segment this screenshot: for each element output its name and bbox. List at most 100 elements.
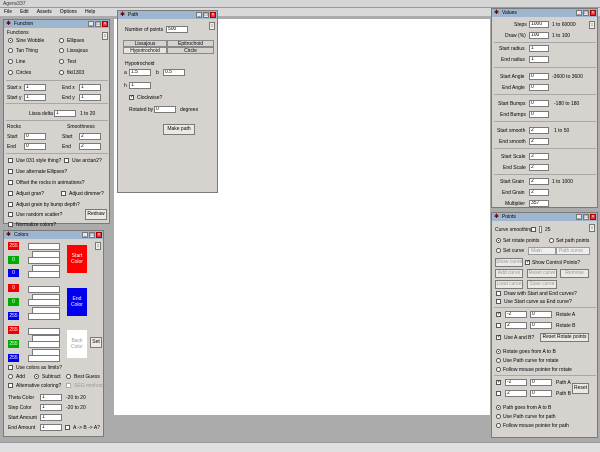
end-y-input[interactable]: 1 <box>79 94 101 101</box>
end-amount-input[interactable]: 1 <box>40 424 62 431</box>
points-panel-titlebar[interactable]: ✱ Points _ □ × <box>492 213 597 221</box>
checkbox-normalize-colors[interactable] <box>8 222 13 227</box>
make-path-button[interactable]: Make path <box>163 124 195 135</box>
radio-fiki1303[interactable] <box>59 70 64 75</box>
menu-assets[interactable]: Assets <box>37 9 52 15</box>
checkbox-alt-ellipses[interactable] <box>8 169 13 174</box>
checkbox-alt-coloring[interactable] <box>8 383 13 388</box>
start-green-value[interactable]: 0 <box>8 256 19 264</box>
end-red-value[interactable]: 0 <box>8 284 19 292</box>
checkbox-random-scatter[interactable] <box>8 212 13 217</box>
path-a-y[interactable]: 0 <box>530 379 552 386</box>
minimize-icon[interactable]: _ <box>576 214 582 220</box>
function-panel-titlebar[interactable]: ✱ Function _ □ × <box>4 20 109 28</box>
checkbox-031-style[interactable] <box>8 158 13 163</box>
step-input[interactable]: 1 <box>40 404 62 411</box>
pin-icon[interactable]: ↕ <box>589 21 595 29</box>
points-input[interactable]: 500 <box>166 26 188 33</box>
smooth-start-input[interactable]: 2 <box>79 133 101 140</box>
radio-follow-mouse-path[interactable] <box>496 423 501 428</box>
start-green-slider[interactable] <box>28 257 60 264</box>
radio-best-guess[interactable] <box>66 374 71 379</box>
radio-rotate-a-to-b[interactable] <box>496 349 501 354</box>
end-blue-slider[interactable] <box>28 313 60 320</box>
start-amount-input[interactable]: 1 <box>40 414 62 421</box>
back-green-slider[interactable] <box>28 341 60 348</box>
pin-icon[interactable]: ↕ <box>209 22 215 30</box>
maximize-icon[interactable]: □ <box>89 232 95 238</box>
checkbox-path-b[interactable] <box>496 391 501 396</box>
tab-lissajous[interactable]: Lissajous <box>123 40 167 47</box>
theta-input[interactable]: 1 <box>40 394 62 401</box>
maximize-icon[interactable]: □ <box>95 21 101 27</box>
values-panel-titlebar[interactable]: ✱ Values _ □ × <box>492 9 597 17</box>
checkbox-use-ab[interactable]: ✓ <box>496 335 501 340</box>
start-scale-input[interactable]: 2 <box>529 153 549 160</box>
path-panel-titlebar[interactable]: ✱ Path _ □ × <box>118 11 217 19</box>
maximize-icon[interactable]: □ <box>583 10 589 16</box>
load-curve-button[interactable]: Load curve <box>495 280 523 289</box>
checkbox-grain-bump[interactable] <box>8 202 13 207</box>
minimize-icon[interactable]: _ <box>82 232 88 238</box>
reset-rotate-points-button[interactable]: Reset Rotate points <box>540 333 589 342</box>
maximize-icon[interactable]: □ <box>203 12 209 18</box>
checkbox-show-control-points[interactable]: ✓ <box>525 260 530 265</box>
end-green-value[interactable]: 0 <box>8 298 19 306</box>
end-grain-input[interactable]: 2 <box>529 189 549 196</box>
menu-edit[interactable]: Edit <box>20 9 29 15</box>
radio-add[interactable] <box>8 374 13 379</box>
end-smooth-input[interactable]: 2 <box>529 138 549 145</box>
checkbox-seg-method[interactable] <box>66 383 71 388</box>
smooth-end-input[interactable]: 2 <box>79 143 101 150</box>
rotated-input[interactable]: 0 <box>154 106 176 113</box>
checkbox-draw-start-end[interactable] <box>496 291 501 296</box>
tab-hypotrochoid[interactable]: Hypotrochoid <box>123 47 167 54</box>
checkbox-use-limits[interactable] <box>8 365 13 370</box>
path-b-x[interactable]: 2 <box>505 390 527 397</box>
colors-panel-titlebar[interactable]: ✱ Colors _ □ × <box>4 231 103 239</box>
radio-path-curve-rotate[interactable] <box>496 358 501 363</box>
rocks-end-input[interactable]: 0 <box>24 143 46 150</box>
radio-ellipses[interactable] <box>59 38 64 43</box>
start-blue-slider[interactable] <box>28 271 60 278</box>
close-icon[interactable]: × <box>96 232 102 238</box>
back-color-swatch[interactable]: Back Color <box>67 330 87 358</box>
checkbox-arctan2[interactable] <box>64 158 69 163</box>
reset-curve-button[interactable]: Reset curve <box>527 269 557 278</box>
checkbox-aba[interactable] <box>65 425 70 430</box>
close-icon[interactable]: × <box>210 12 216 18</box>
radio-circles[interactable] <box>8 70 13 75</box>
end-red-slider[interactable] <box>28 286 60 293</box>
checkbox-adjust-gran[interactable] <box>8 191 13 196</box>
radio-set-path[interactable] <box>549 238 554 243</box>
back-red-slider[interactable] <box>28 328 60 335</box>
start-radius-input[interactable]: 1 <box>529 45 549 52</box>
checkbox-rotate-a[interactable]: ✓ <box>496 312 501 317</box>
end-blue-value[interactable]: 255 <box>8 312 19 320</box>
checkbox-offset-rocks[interactable] <box>8 180 13 185</box>
checkbox-use-start-as-end[interactable] <box>496 299 501 304</box>
menu-help[interactable]: Help <box>85 9 95 15</box>
rotate-b-y[interactable]: 0 <box>530 322 552 329</box>
h-input[interactable]: 1 <box>129 82 151 89</box>
back-green-value[interactable]: 255 <box>8 340 19 348</box>
radio-path-a-to-b[interactable] <box>496 405 501 410</box>
radio-path-curve-path[interactable] <box>496 414 501 419</box>
end-scale-input[interactable]: 2 <box>529 164 549 171</box>
rotate-b-x[interactable]: 2 <box>505 322 527 329</box>
start-angle-input[interactable]: 0 <box>529 73 549 80</box>
show-curve-button[interactable]: Show curve <box>495 258 523 267</box>
close-icon[interactable]: × <box>590 214 596 220</box>
radio-follow-mouse-rotate[interactable] <box>496 367 501 372</box>
remove-button[interactable]: Remove <box>560 269 589 278</box>
tab-circle[interactable]: Circle <box>167 47 214 54</box>
minimize-icon[interactable]: _ <box>88 21 94 27</box>
multiplier-input[interactable]: 357 <box>529 200 549 207</box>
checkbox-clockwise[interactable]: ✓ <box>129 95 134 100</box>
end-x-input[interactable]: 1 <box>79 84 101 91</box>
close-icon[interactable]: × <box>102 21 108 27</box>
end-radius-input[interactable]: 1 <box>529 56 549 63</box>
path-a-x[interactable]: -2 <box>505 379 527 386</box>
end-bumps-input[interactable]: 0 <box>529 111 549 118</box>
rotate-a-y[interactable]: 0 <box>530 311 552 318</box>
